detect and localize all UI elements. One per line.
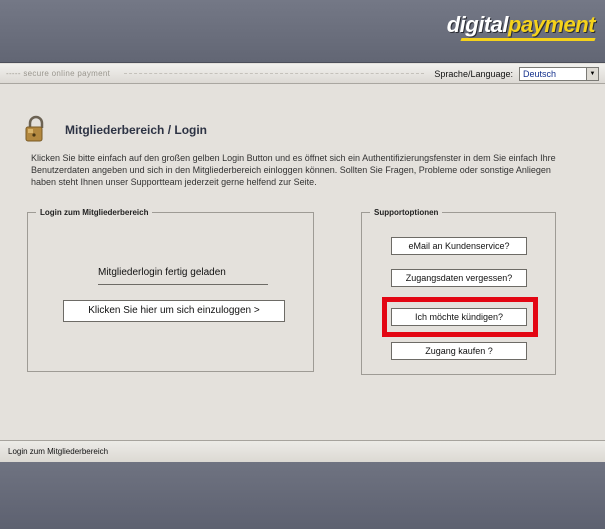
login-panel-legend: Login zum Mitgliederbereich (40, 208, 149, 217)
login-button[interactable]: Klicken Sie hier um sich einzuloggen > (63, 300, 285, 322)
tagline: ----- secure online payment (6, 69, 111, 78)
support-panel-legend: Supportoptionen (374, 208, 439, 217)
language-select[interactable]: Deutsch ▼ (519, 67, 599, 81)
login-status-text: Mitgliederlogin fertig geladen (98, 267, 226, 278)
status-bar: Login zum Mitgliederbereich (0, 440, 605, 462)
toolbar-divider (124, 73, 424, 74)
login-panel: Login zum Mitgliederbereich Mitgliederlo… (27, 208, 314, 372)
status-bar-text: Login zum Mitgliederbereich (8, 447, 109, 456)
top-header: digitalpayment (0, 0, 605, 63)
chevron-down-icon[interactable]: ▼ (586, 68, 598, 80)
main-content: Mitgliederbereich / Login Klicken Sie bi… (0, 85, 605, 440)
toolbar: ----- secure online payment Sprache/Lang… (0, 64, 605, 84)
language-label: Sprache/Language: (434, 69, 513, 79)
support-panel: Supportoptionen eMail an Kundenservice? … (361, 208, 556, 375)
forgot-credentials-button[interactable]: Zugangsdaten vergessen? (391, 269, 527, 287)
buy-access-button[interactable]: Zugang kaufen ? (391, 342, 527, 360)
padlock-icon (25, 115, 44, 142)
email-support-button[interactable]: eMail an Kundenservice? (391, 237, 527, 255)
logo-underline (460, 38, 596, 41)
bottom-band (0, 462, 605, 529)
page-title: Mitgliederbereich / Login (65, 123, 208, 137)
status-divider (98, 284, 268, 285)
digitalpayment-logo: digitalpayment (446, 12, 596, 37)
cancel-subscription-button[interactable]: Ich möchte kündigen? (391, 308, 527, 326)
intro-text: Klicken Sie bitte einfach auf den großen… (31, 153, 556, 187)
